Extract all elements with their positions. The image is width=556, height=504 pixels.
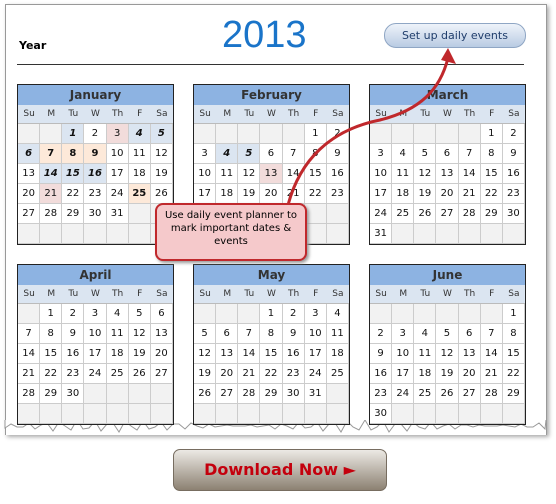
play-triangle-icon: ► [343,460,356,479]
event-planner-callout: Use daily event planner to mark importan… [155,203,307,261]
download-now-button[interactable]: Download Now ► [173,449,387,491]
download-label: Download Now [204,460,338,479]
